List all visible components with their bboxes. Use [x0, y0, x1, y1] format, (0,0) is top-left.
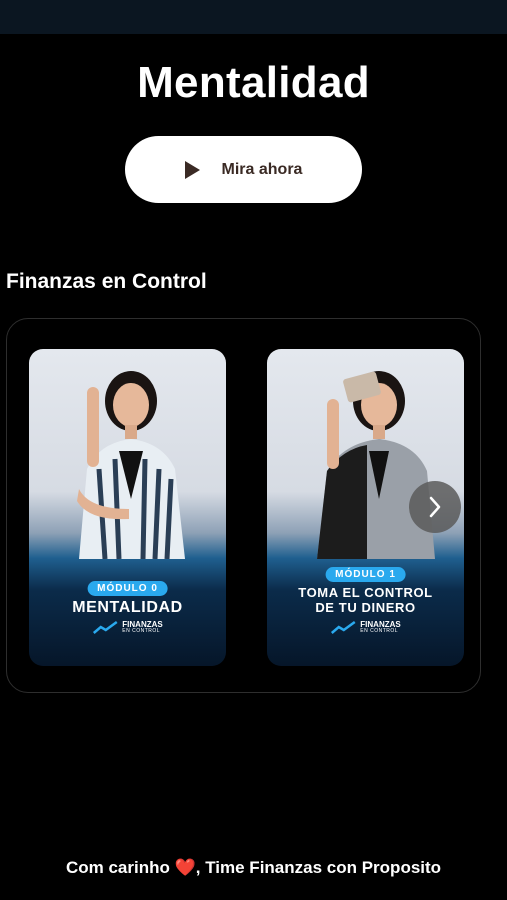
heart-icon: ❤️ [174, 858, 196, 877]
watch-now-label: Mira ahora [221, 160, 303, 178]
chart-logo-icon [92, 621, 118, 634]
module-badge: MÓDULO 0 [87, 581, 168, 596]
play-icon [184, 160, 200, 179]
brand-logo: FINANZAS EN CONTROL [330, 621, 401, 635]
module-carousel: MÓDULO 0 MENTALIDAD FINANZAS EN CONTROL M… [6, 318, 481, 693]
chevron-right-icon [429, 496, 441, 518]
module-title-line2: DE TU DINERO [315, 600, 416, 615]
carousel-next-button[interactable] [409, 481, 461, 533]
person-photo [77, 371, 185, 559]
watch-now-button[interactable]: Mira ahora [125, 136, 362, 203]
module-badge: MÓDULO 1 [325, 567, 406, 582]
hero-title: Mentalidad [137, 58, 370, 107]
module-card[interactable]: MÓDULO 0 MENTALIDAD FINANZAS EN CONTROL [29, 349, 226, 666]
section-title: Finanzas en Control [6, 270, 207, 293]
footer-suffix: , Time Finanzas con Proposito [195, 858, 442, 877]
footer-prefix: Com carinho [65, 858, 170, 877]
chart-logo-icon [330, 621, 356, 634]
brand-logo: FINANZAS EN CONTROL [92, 621, 163, 635]
module-title: MENTALIDAD [72, 599, 183, 616]
top-bar [0, 0, 507, 34]
footer-message: Com carinho ❤️, Time Finanzas con Propos… [0, 858, 507, 878]
module-title-line1: TOMA EL CONTROL [298, 585, 433, 600]
person-photo [317, 371, 435, 559]
